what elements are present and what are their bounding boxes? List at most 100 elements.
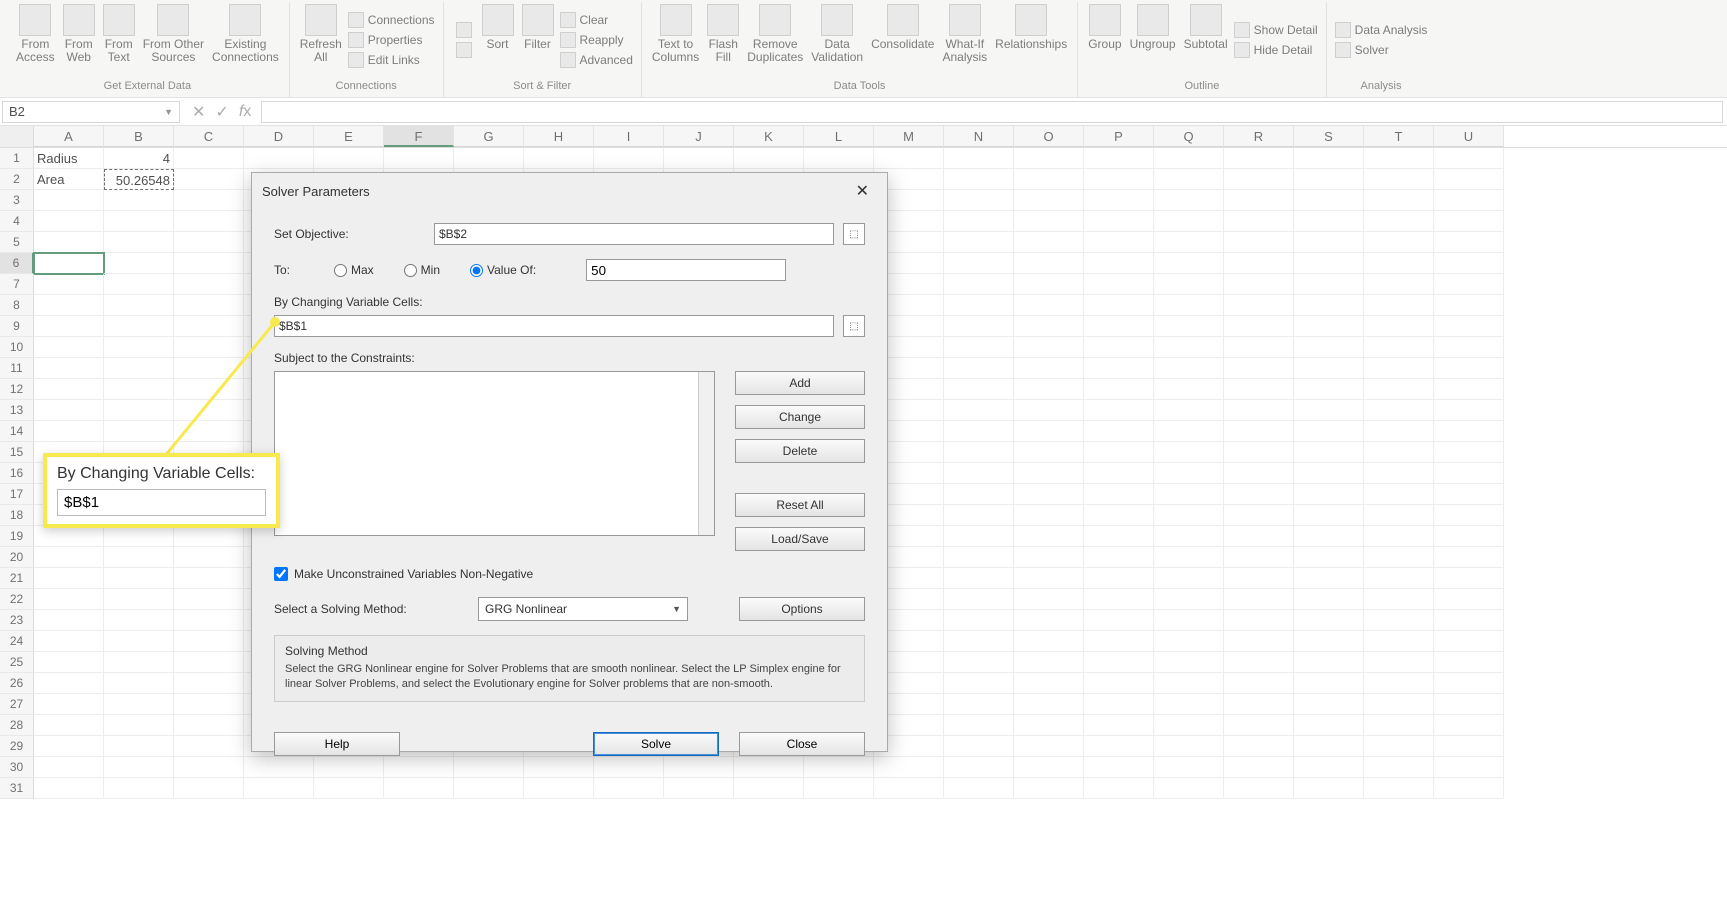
cell[interactable] (1434, 652, 1504, 673)
cell[interactable] (1364, 379, 1434, 400)
cell[interactable] (1294, 190, 1364, 211)
cell[interactable] (1084, 295, 1154, 316)
cell[interactable] (944, 610, 1014, 631)
cell[interactable] (1014, 295, 1084, 316)
cell[interactable] (1294, 673, 1364, 694)
column-header[interactable]: U (1434, 126, 1504, 147)
cell[interactable] (1294, 211, 1364, 232)
select-all-corner[interactable] (0, 126, 34, 147)
cell[interactable] (1224, 421, 1294, 442)
cell[interactable] (944, 568, 1014, 589)
cell[interactable] (1084, 253, 1154, 274)
row-header[interactable]: 9 (0, 316, 34, 337)
cell[interactable] (1294, 421, 1364, 442)
row-header[interactable]: 5 (0, 232, 34, 253)
cell[interactable] (1084, 169, 1154, 190)
cell[interactable] (1014, 673, 1084, 694)
cell[interactable] (1434, 274, 1504, 295)
add-constraint-button[interactable]: Add (735, 371, 865, 395)
cell[interactable] (944, 526, 1014, 547)
solver-button[interactable]: Solver (1333, 41, 1430, 59)
row-header[interactable]: 31 (0, 778, 34, 799)
cell[interactable] (1434, 400, 1504, 421)
cell[interactable] (1364, 190, 1434, 211)
cell[interactable] (174, 316, 244, 337)
cell[interactable] (174, 190, 244, 211)
cell[interactable] (34, 232, 104, 253)
cell[interactable] (1434, 484, 1504, 505)
set-objective-input[interactable]: $B$2 (434, 223, 834, 245)
cell[interactable] (1364, 610, 1434, 631)
column-header[interactable]: E (314, 126, 384, 147)
cell[interactable] (1434, 610, 1504, 631)
cell[interactable] (174, 568, 244, 589)
cell[interactable] (944, 673, 1014, 694)
cell[interactable] (174, 379, 244, 400)
cell[interactable] (1224, 316, 1294, 337)
column-header[interactable]: C (174, 126, 244, 147)
cell[interactable] (1154, 547, 1224, 568)
cell[interactable] (1294, 463, 1364, 484)
sort-button[interactable]: Sort (478, 2, 518, 78)
cell[interactable] (34, 673, 104, 694)
row-header[interactable]: 17 (0, 484, 34, 505)
cell[interactable] (1154, 379, 1224, 400)
close-button[interactable]: Close (739, 732, 865, 756)
cell[interactable] (104, 358, 174, 379)
cell[interactable] (944, 337, 1014, 358)
cell[interactable] (104, 400, 174, 421)
cell[interactable] (1084, 316, 1154, 337)
cell[interactable] (1364, 694, 1434, 715)
cell[interactable] (1434, 211, 1504, 232)
cell[interactable] (944, 652, 1014, 673)
row-header[interactable]: 15 (0, 442, 34, 463)
cell[interactable] (1294, 400, 1364, 421)
cell[interactable] (1014, 778, 1084, 799)
cell[interactable] (1084, 337, 1154, 358)
cell[interactable]: Radius (34, 148, 104, 169)
solve-button[interactable]: Solve (593, 732, 719, 756)
cell[interactable] (944, 421, 1014, 442)
cell[interactable] (34, 610, 104, 631)
cell[interactable] (1014, 358, 1084, 379)
value-of-input[interactable] (586, 259, 786, 281)
cell[interactable] (1224, 568, 1294, 589)
cell[interactable] (454, 148, 524, 169)
cell[interactable] (944, 442, 1014, 463)
cell[interactable] (944, 379, 1014, 400)
cell[interactable] (104, 589, 174, 610)
cell[interactable] (944, 211, 1014, 232)
hide-detail-button[interactable]: Hide Detail (1232, 41, 1320, 59)
cell[interactable] (944, 253, 1014, 274)
range-picker-icon[interactable]: ⬚ (843, 223, 865, 245)
cell[interactable] (1224, 631, 1294, 652)
cell[interactable] (944, 316, 1014, 337)
cell[interactable] (34, 631, 104, 652)
whatif-analysis-button[interactable]: What-IfAnalysis (938, 2, 991, 78)
cell[interactable] (1434, 673, 1504, 694)
cell[interactable] (1014, 379, 1084, 400)
existing-connections-button[interactable]: ExistingConnections (208, 2, 283, 78)
cell[interactable] (104, 211, 174, 232)
cell[interactable] (384, 778, 454, 799)
cell[interactable] (104, 757, 174, 778)
cell[interactable] (1084, 631, 1154, 652)
row-header[interactable]: 21 (0, 568, 34, 589)
cell[interactable] (1294, 694, 1364, 715)
cell[interactable] (1014, 148, 1084, 169)
cell[interactable] (1154, 736, 1224, 757)
cell[interactable] (34, 715, 104, 736)
cell[interactable] (944, 778, 1014, 799)
cell[interactable] (104, 715, 174, 736)
column-header[interactable]: L (804, 126, 874, 147)
cell[interactable] (1154, 253, 1224, 274)
column-header[interactable]: B (104, 126, 174, 147)
cell[interactable]: Area (34, 169, 104, 190)
cell[interactable] (1154, 715, 1224, 736)
load-save-button[interactable]: Load/Save (735, 527, 865, 551)
cell[interactable] (1014, 505, 1084, 526)
cell[interactable] (34, 778, 104, 799)
cell[interactable] (104, 295, 174, 316)
cell[interactable] (1364, 148, 1434, 169)
cell[interactable] (1084, 778, 1154, 799)
